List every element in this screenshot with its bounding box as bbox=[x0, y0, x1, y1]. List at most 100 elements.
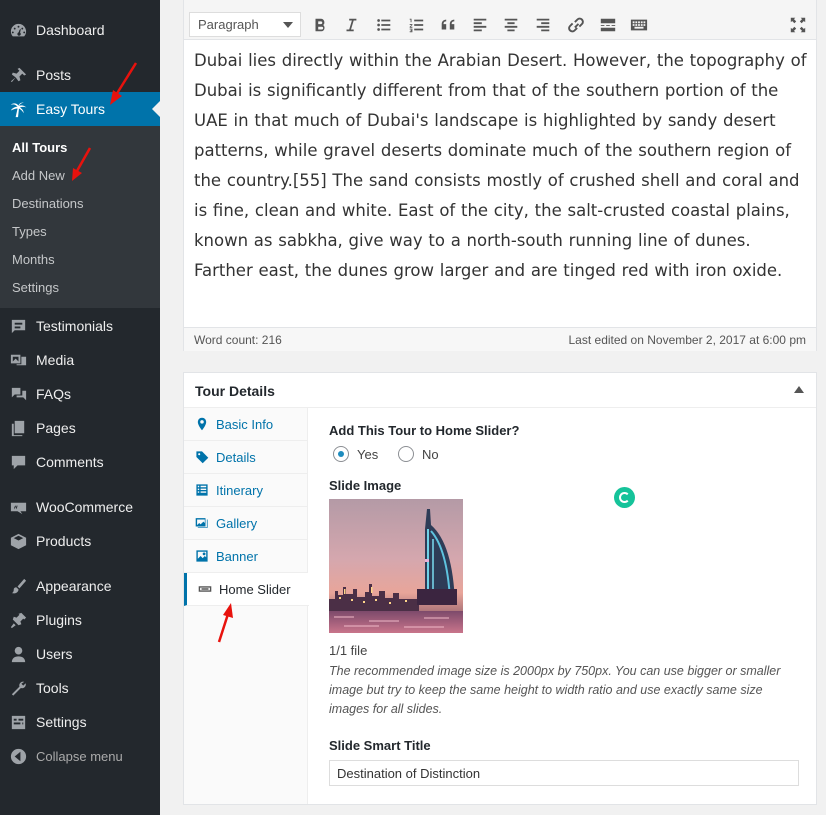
plugins-icon bbox=[0, 611, 36, 630]
grammarly-icon[interactable] bbox=[614, 487, 635, 508]
menu-item-products[interactable]: Products bbox=[0, 524, 160, 558]
radio-no-circle[interactable] bbox=[398, 446, 414, 462]
tour-details-title: Tour Details bbox=[195, 383, 275, 399]
align-center-button[interactable] bbox=[499, 13, 523, 37]
italic-button[interactable] bbox=[339, 13, 363, 37]
submenu-all-tours[interactable]: All Tours bbox=[12, 140, 67, 155]
align-left-button[interactable] bbox=[468, 13, 492, 37]
products-icon bbox=[0, 532, 36, 551]
radio-no-label: No bbox=[422, 446, 439, 462]
menu-label: Plugins bbox=[36, 612, 82, 628]
menu-item-settings[interactable]: Settings bbox=[0, 705, 160, 739]
menu-label: FAQs bbox=[36, 386, 72, 402]
smart-title-input[interactable] bbox=[329, 760, 799, 786]
menu-item-media[interactable]: Media bbox=[0, 343, 160, 377]
tab-label: Details bbox=[216, 449, 256, 465]
comments-icon bbox=[0, 453, 36, 472]
location-pin-icon bbox=[197, 417, 207, 431]
tour-details-header[interactable]: Tour Details bbox=[184, 373, 816, 408]
brush-icon bbox=[0, 577, 36, 596]
menu-item-tools[interactable]: Tools bbox=[0, 671, 160, 705]
menu-item-faqs[interactable]: FAQs bbox=[0, 377, 160, 411]
format-dropdown-value: Paragraph bbox=[198, 17, 259, 32]
radio-yes[interactable]: Yes bbox=[333, 446, 378, 462]
menu-label: WooCommerce bbox=[36, 499, 133, 515]
menu-item-woocommerce[interactable]: WooCommerce bbox=[0, 490, 160, 524]
woocommerce-icon bbox=[0, 498, 36, 517]
wrench-icon bbox=[0, 679, 36, 698]
dashboard-icon bbox=[0, 21, 36, 40]
faq-icon bbox=[0, 385, 36, 404]
chevron-down-icon bbox=[283, 22, 293, 28]
blockquote-button[interactable] bbox=[436, 13, 460, 37]
italic-icon bbox=[346, 18, 357, 32]
submenu-destinations[interactable]: Destinations bbox=[12, 196, 84, 211]
radio-no[interactable]: No bbox=[398, 446, 439, 462]
menu-item-plugins[interactable]: Plugins bbox=[0, 603, 160, 637]
pin-icon bbox=[0, 66, 36, 85]
submenu-types[interactable]: Types bbox=[12, 224, 47, 239]
tab-basic-info[interactable]: Basic Info bbox=[184, 408, 308, 441]
menu-item-posts[interactable]: Posts bbox=[0, 58, 160, 92]
tour-details-box: Tour Details Basic Info Details Itinerar… bbox=[183, 372, 817, 805]
bullet-list-icon bbox=[377, 19, 391, 31]
tab-gallery[interactable]: Gallery bbox=[184, 507, 308, 540]
numbered-list-icon bbox=[409, 18, 424, 33]
tab-label: Basic Info bbox=[216, 416, 274, 432]
menu-label: Pages bbox=[36, 420, 76, 436]
read-more-icon bbox=[600, 18, 616, 32]
bold-icon bbox=[315, 18, 325, 32]
submenu-months[interactable]: Months bbox=[12, 252, 55, 267]
palm-tree-icon bbox=[0, 100, 36, 119]
file-count: 1/1 file bbox=[329, 643, 368, 658]
last-edited: Last edited on November 2, 2017 at 6:00 … bbox=[568, 333, 807, 347]
align-right-icon bbox=[536, 18, 550, 32]
submenu-add-new[interactable]: Add New bbox=[12, 168, 65, 183]
quote-icon bbox=[441, 19, 455, 30]
editor-toolbar: Paragraph bbox=[184, 0, 816, 40]
slide-image-thumbnail[interactable] bbox=[329, 499, 463, 633]
tab-label: Banner bbox=[216, 548, 258, 564]
editor-content[interactable]: Dubai lies directly within the Arabian D… bbox=[194, 46, 812, 286]
tab-details[interactable]: Details bbox=[184, 441, 308, 474]
menu-item-pages[interactable]: Pages bbox=[0, 411, 160, 445]
menu-item-users[interactable]: Users bbox=[0, 637, 160, 671]
tab-banner[interactable]: Banner bbox=[184, 540, 308, 573]
insert-link-button[interactable] bbox=[564, 13, 588, 37]
format-dropdown[interactable]: Paragraph bbox=[189, 12, 301, 37]
menu-label: Collapse menu bbox=[36, 748, 123, 764]
menu-label: Media bbox=[36, 352, 75, 368]
radio-yes-circle[interactable] bbox=[333, 446, 349, 462]
bullet-list-button[interactable] bbox=[372, 13, 396, 37]
menu-label: Dashboard bbox=[36, 22, 105, 38]
list-icon bbox=[196, 484, 208, 496]
tab-itinerary[interactable]: Itinerary bbox=[184, 474, 308, 507]
smart-title-label: Slide Smart Title bbox=[329, 738, 431, 753]
tour-tabs: Basic Info Details Itinerary Gallery Ban… bbox=[184, 408, 309, 804]
menu-item-dashboard[interactable]: Dashboard bbox=[0, 13, 160, 47]
align-right-button[interactable] bbox=[531, 13, 555, 37]
tab-home-slider[interactable]: Home Slider bbox=[184, 573, 309, 606]
toolbar-toggle-button[interactable] bbox=[627, 13, 651, 37]
menu-item-appearance[interactable]: Appearance bbox=[0, 569, 160, 603]
menu-label: Settings bbox=[36, 714, 87, 730]
menu-item-testimonials[interactable]: Testimonials bbox=[0, 309, 160, 343]
menu-item-comments[interactable]: Comments bbox=[0, 445, 160, 479]
menu-label: Products bbox=[36, 533, 92, 549]
admin-sidebar: Dashboard Posts Easy Tours All Tours Add… bbox=[0, 0, 160, 815]
testimonial-icon bbox=[0, 317, 36, 336]
menu-label: Testimonials bbox=[36, 318, 114, 334]
tag-icon bbox=[196, 451, 209, 464]
read-more-button[interactable] bbox=[596, 13, 620, 37]
slider-icon bbox=[198, 586, 212, 592]
menu-item-easy-tours[interactable]: Easy Tours bbox=[0, 92, 160, 126]
menu-label: Tools bbox=[36, 680, 69, 696]
numbered-list-button[interactable] bbox=[404, 13, 428, 37]
fullscreen-icon bbox=[790, 17, 806, 33]
submenu-settings[interactable]: Settings bbox=[12, 280, 59, 295]
collapse-toggle-icon[interactable] bbox=[794, 386, 804, 393]
bold-button[interactable] bbox=[308, 13, 332, 37]
fullscreen-button[interactable] bbox=[786, 13, 810, 37]
menu-label: Users bbox=[36, 646, 73, 662]
collapse-menu-button[interactable]: Collapse menu bbox=[0, 739, 160, 773]
